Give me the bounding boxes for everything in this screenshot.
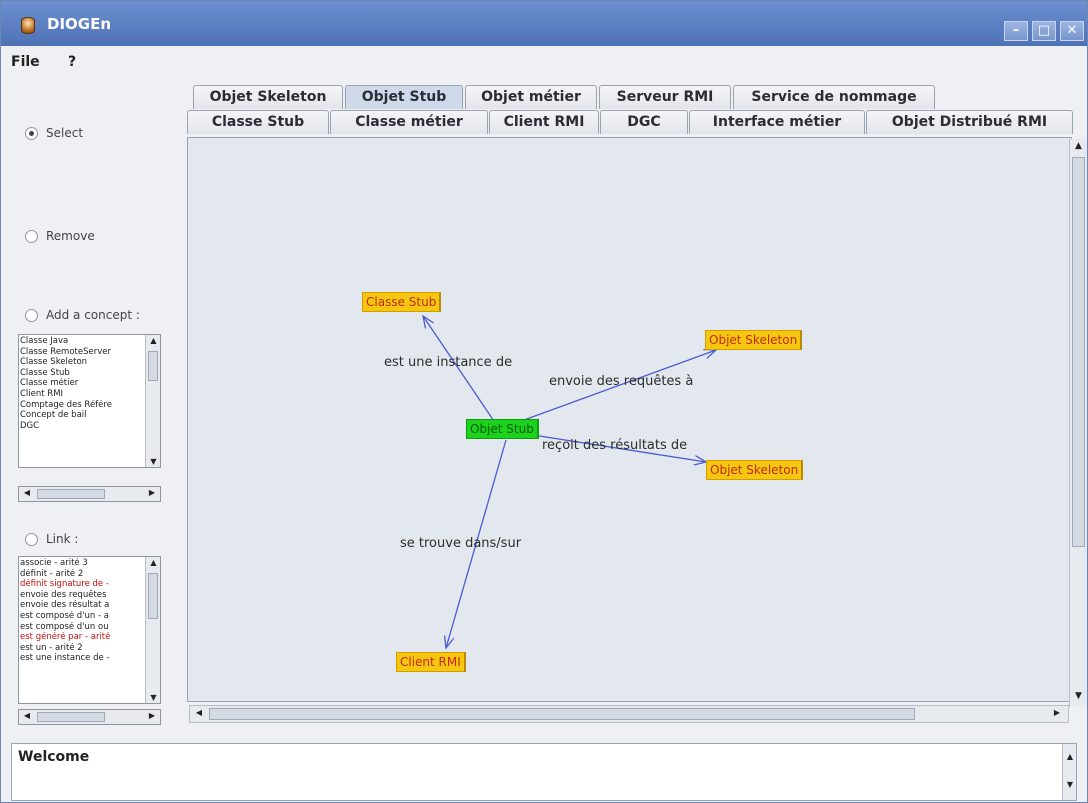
link-list-hscroll-thumb[interactable] <box>37 712 105 722</box>
add-concept-option[interactable]: Add a concept : <box>25 308 140 322</box>
link-list-item[interactable]: associe - arité 3 <box>20 558 146 569</box>
concept-list[interactable]: Classe Java Classe RemoteServer Classe Ske… <box>18 334 161 468</box>
menu-bar: File ? <box>1 49 1087 75</box>
link-items: associe - arité 3 définit - arité 2 défini… <box>20 558 146 664</box>
edge-label-trouve: se trouve dans/sur <box>400 536 522 551</box>
concept-list-item[interactable]: Classe Java <box>20 336 146 347</box>
node-objet-skeleton[interactable]: Objet Skeleton <box>705 330 803 350</box>
window-title: DIOGEn <box>47 15 112 33</box>
tab-objet-metier[interactable]: Objet métier <box>465 85 597 109</box>
add-concept-radio[interactable] <box>25 308 38 322</box>
scroll-right-icon[interactable]: ▶ <box>1050 708 1064 717</box>
link-list-scroll-thumb[interactable] <box>148 573 158 619</box>
link-list[interactable]: associe - arité 3 définit - arité 2 défini… <box>18 556 161 704</box>
status-area: Welcome ▲ ▼ <box>11 743 1077 801</box>
select-label: Select <box>46 126 84 140</box>
link-label: Link : <box>46 532 79 546</box>
link-list-item[interactable]: est généré par - arité <box>20 632 146 643</box>
canvas-vscroll-thumb[interactable] <box>1072 157 1085 547</box>
canvas-hscroll-thumb[interactable] <box>209 708 915 720</box>
scroll-left-icon[interactable]: ◀ <box>20 711 34 720</box>
link-list-item[interactable]: est une instance de - <box>20 653 146 664</box>
minimize-button[interactable]: – <box>1004 21 1028 41</box>
concept-list-item[interactable]: Classe Skeleton <box>20 357 146 368</box>
add-concept-label: Add a concept : <box>46 308 140 322</box>
concept-list-vscroll[interactable]: ▲ ▼ <box>145 335 160 467</box>
link-list-item[interactable]: définit - arité 2 <box>20 569 146 580</box>
link-list-vscroll[interactable]: ▲ ▼ <box>145 557 160 703</box>
edge-instance-line <box>423 316 501 431</box>
tab-classe-metier[interactable]: Classe métier <box>330 110 488 134</box>
app-icon <box>21 17 35 34</box>
remove-option[interactable]: Remove <box>25 229 95 243</box>
tab-objet-distribue-rmi[interactable]: Objet Distribué RMI <box>866 110 1073 134</box>
scroll-up-icon[interactable]: ▲ <box>146 558 160 567</box>
scroll-right-icon[interactable]: ▶ <box>145 711 159 720</box>
menu-help[interactable]: ? <box>68 54 76 70</box>
node-objet-stub[interactable]: Objet Stub <box>466 419 539 439</box>
concept-list-item[interactable]: Concept de bail <box>20 410 146 421</box>
tool-panel: Select Remove Add a concept : Classe Jav… <box>13 82 177 733</box>
link-list-item[interactable]: est composé d'un ou <box>20 622 146 633</box>
maximize-button[interactable]: □ <box>1032 21 1056 41</box>
scroll-left-icon[interactable]: ◀ <box>192 708 206 717</box>
graph-canvas[interactable]: est une instance de envoie des requêtes … <box>187 137 1072 702</box>
remove-label: Remove <box>46 229 95 243</box>
graph-edges <box>188 138 1073 703</box>
scroll-down-icon[interactable]: ▼ <box>1070 691 1087 701</box>
scroll-up-icon[interactable]: ▲ <box>1063 752 1077 761</box>
scroll-down-icon[interactable]: ▼ <box>146 457 160 466</box>
menu-file[interactable]: File <box>11 54 40 70</box>
edge-label-instance: est une instance de <box>384 355 513 370</box>
link-list-item[interactable]: envoie des résultat a <box>20 600 146 611</box>
status-message: Welcome <box>18 749 90 765</box>
tab-serveur-rmi[interactable]: Serveur RMI <box>599 85 731 109</box>
tab-bar: Objet Skeleton Objet Stub Objet métier S… <box>187 85 1077 137</box>
scroll-up-icon[interactable]: ▲ <box>1070 141 1087 151</box>
link-radio[interactable] <box>25 532 38 546</box>
tab-classe-stub[interactable]: Classe Stub <box>187 110 329 134</box>
link-option[interactable]: Link : <box>25 532 78 546</box>
canvas-hscroll[interactable]: ◀ ▶ <box>189 705 1069 723</box>
concept-list-item[interactable]: Client RMI <box>20 389 146 400</box>
link-list-item[interactable]: est un - arité 2 <box>20 643 146 654</box>
tab-client-rmi[interactable]: Client RMI <box>489 110 599 134</box>
concept-items: Classe Java Classe RemoteServer Classe Ske… <box>20 336 146 431</box>
scroll-down-icon[interactable]: ▼ <box>1063 780 1077 789</box>
tab-interface-metier[interactable]: Interface métier <box>689 110 865 134</box>
select-radio[interactable] <box>25 126 38 140</box>
edge-label-resultats: reçoit des résultats de <box>542 438 688 453</box>
scroll-up-icon[interactable]: ▲ <box>146 336 160 345</box>
tab-objet-skeleton[interactable]: Objet Skeleton <box>193 85 343 109</box>
concept-list-item[interactable]: Classe métier <box>20 378 146 389</box>
concept-list-scroll-thumb[interactable] <box>148 351 158 381</box>
scroll-down-icon[interactable]: ▼ <box>146 693 160 702</box>
tab-dgc[interactable]: DGC <box>600 110 688 134</box>
concept-list-item[interactable]: DGC <box>20 421 146 432</box>
title-bar[interactable]: DIOGEn – □ ✕ <box>1 1 1087 46</box>
concept-list-hscroll[interactable]: ◀ ▶ <box>18 486 161 502</box>
concept-list-item[interactable]: Comptage des Référe <box>20 400 146 411</box>
edge-label-requetes: envoie des requêtes à <box>549 374 694 389</box>
status-vscroll[interactable]: ▲ ▼ <box>1062 744 1076 800</box>
node-client-rmi[interactable]: Client RMI <box>396 652 466 672</box>
link-list-item[interactable]: définit signature de - <box>20 579 146 590</box>
canvas-vscroll[interactable]: ▲ ▼ <box>1069 139 1087 707</box>
link-list-item[interactable]: est composé d'un - a <box>20 611 146 622</box>
remove-radio[interactable] <box>25 229 38 243</box>
close-button[interactable]: ✕ <box>1060 21 1084 41</box>
node-objet-skeleton-2[interactable]: Objet Skeleton <box>706 460 804 480</box>
scroll-left-icon[interactable]: ◀ <box>20 488 34 497</box>
scroll-right-icon[interactable]: ▶ <box>145 488 159 497</box>
tab-objet-stub[interactable]: Objet Stub <box>345 85 463 109</box>
link-list-item[interactable]: envoie des requêtes <box>20 590 146 601</box>
link-list-hscroll[interactable]: ◀ ▶ <box>18 709 161 725</box>
app-window: DIOGEn – □ ✕ File ? Select Remove Add a … <box>0 0 1088 803</box>
tab-service-de-nommage[interactable]: Service de nommage <box>733 85 935 109</box>
node-classe-stub[interactable]: Classe Stub <box>362 292 442 312</box>
concept-list-item[interactable]: Classe Stub <box>20 368 146 379</box>
concept-list-hscroll-thumb[interactable] <box>37 489 105 499</box>
select-option[interactable]: Select <box>25 126 83 140</box>
concept-list-item[interactable]: Classe RemoteServer <box>20 347 146 358</box>
